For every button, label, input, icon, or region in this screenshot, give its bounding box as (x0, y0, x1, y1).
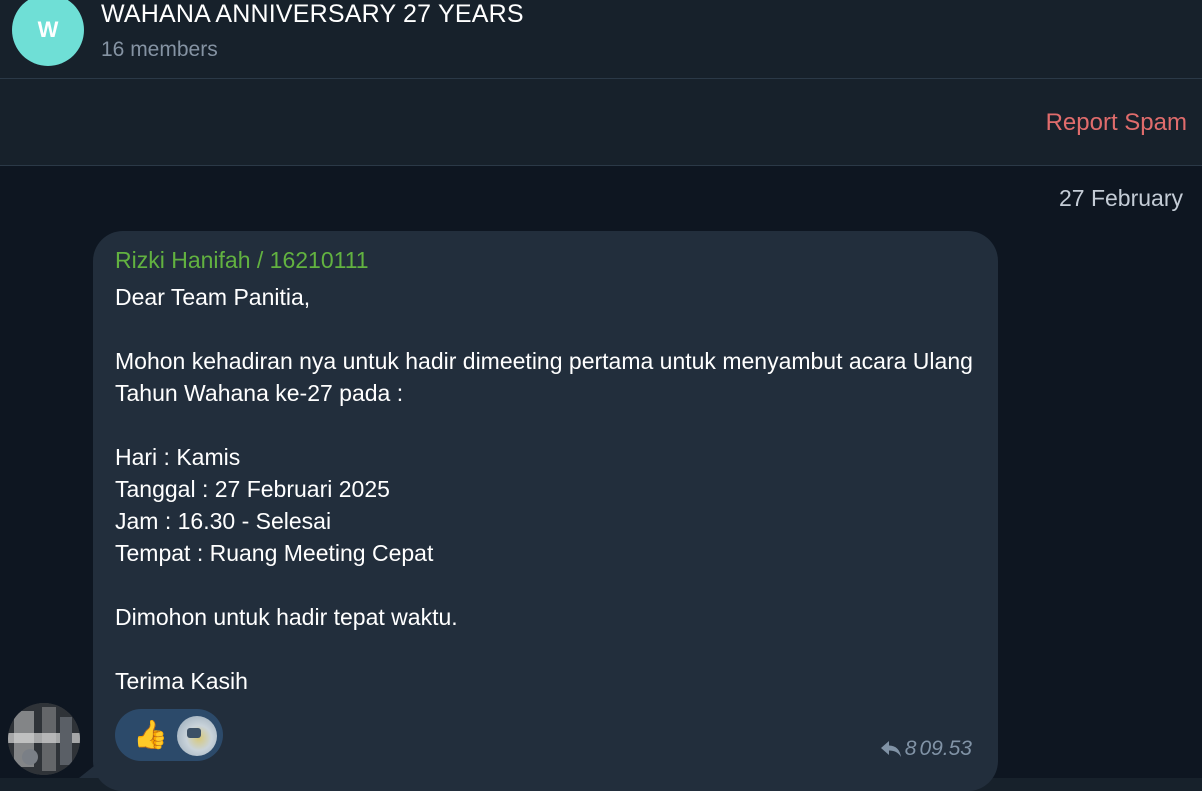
report-spam-button[interactable]: Report Spam (1046, 109, 1187, 137)
message-text: Dear Team Panitia, Mohon kehadiran nya u… (115, 284, 973, 694)
message-list[interactable]: 27 February Rizki Hanifah / 16210111 Dea… (0, 166, 1202, 791)
thumbs-up-icon: 👍 (133, 719, 168, 750)
reaction-chip[interactable]: 👍 (115, 709, 223, 761)
spam-action-bar: Report Spam (0, 79, 1202, 166)
reactor-avatar (177, 716, 217, 756)
group-avatar-letter: W (37, 17, 59, 42)
date-separator: 27 February (1058, 185, 1183, 211)
chat-title: WAHANA ANNIVERSARY 27 YEARS (101, 0, 524, 28)
reactor-avatar-detail (187, 728, 201, 738)
message-time: 09.53 (919, 737, 972, 760)
chat-header[interactable]: W WAHANA ANNIVERSARY 27 YEARS 16 members (0, 0, 1202, 79)
message-bubble[interactable]: Rizki Hanifah / 16210111 Dear Team Panit… (93, 231, 998, 791)
bubble-tail (79, 762, 99, 778)
reply-arrow-icon[interactable] (880, 740, 902, 758)
message-meta: 8 09.53 (880, 737, 972, 761)
member-count: 16 members (101, 38, 218, 61)
sender-avatar[interactable] (8, 703, 80, 775)
sender-name[interactable]: Rizki Hanifah / 16210111 (115, 247, 369, 274)
reply-count: 8 (904, 737, 917, 760)
group-avatar[interactable]: W (12, 0, 84, 66)
sender-avatar-image (8, 703, 80, 775)
